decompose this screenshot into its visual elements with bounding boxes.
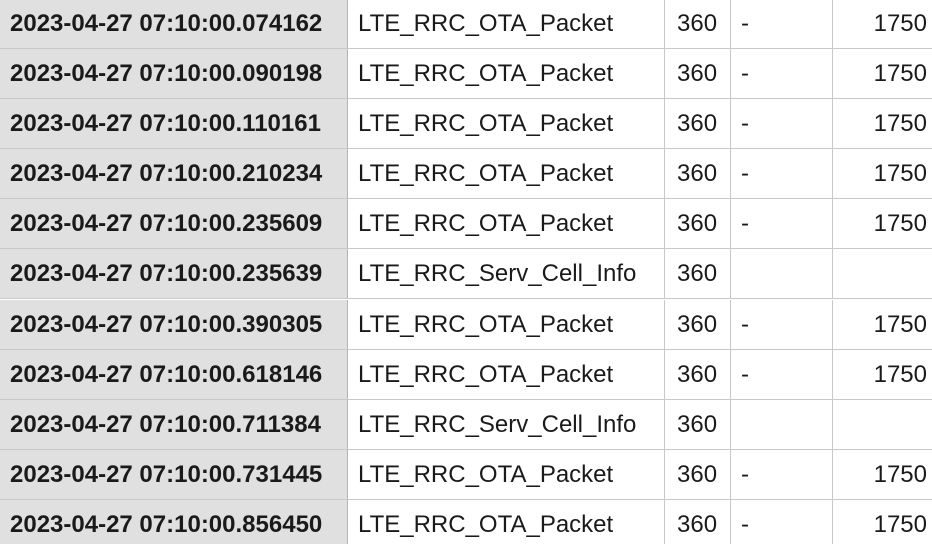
packet-type-cell: LTE_RRC_OTA_Packet — [348, 0, 665, 48]
dash-cell — [731, 400, 833, 449]
timestamp-cell: 2023-04-27 07:10:00.618146 — [0, 350, 348, 399]
timestamp-cell: 2023-04-27 07:10:00.110161 — [0, 99, 348, 148]
number-cell: 360 — [665, 400, 731, 449]
dash-cell: - — [731, 199, 833, 248]
value-cell: 1750 — [873, 109, 927, 137]
table-row[interactable]: 2023-04-27 07:10:00.390305 LTE_RRC_OTA_P… — [0, 300, 932, 350]
packet-type-cell: LTE_RRC_OTA_Packet — [348, 350, 665, 399]
value-cell — [833, 400, 932, 449]
timestamp-cell: 2023-04-27 07:10:00.235609 — [0, 199, 348, 248]
packet-type-cell: LTE_RRC_OTA_Packet — [348, 99, 665, 148]
dash-cell: - — [731, 49, 833, 98]
timestamp-cell: 2023-04-27 07:10:00.210234 — [0, 149, 348, 198]
value-cell — [833, 249, 932, 298]
number-cell: 360 — [665, 0, 731, 48]
value-cell: 1750 — [873, 310, 927, 338]
number-cell: 360 — [665, 199, 731, 248]
dash-cell: - — [731, 350, 833, 399]
timestamp-cell: 2023-04-27 07:10:00.856450 — [0, 500, 348, 544]
log-table: 2023-04-27 07:10:00.074162 LTE_RRC_OTA_P… — [0, 0, 932, 544]
number-cell: 360 — [665, 99, 731, 148]
value-cell: 1750 — [873, 360, 927, 388]
value-cell: 1750 — [873, 209, 927, 237]
table-row[interactable]: 2023-04-27 07:10:00.210234 LTE_RRC_OTA_P… — [0, 149, 932, 199]
table-row[interactable]: 2023-04-27 07:10:00.074162 LTE_RRC_OTA_P… — [0, 0, 932, 49]
table-row[interactable]: 2023-04-27 07:10:00.090198 LTE_RRC_OTA_P… — [0, 49, 932, 99]
number-cell: 360 — [665, 149, 731, 198]
table-row[interactable]: 2023-04-27 07:10:00.731445 LTE_RRC_OTA_P… — [0, 450, 932, 500]
packet-type-cell: LTE_RRC_OTA_Packet — [348, 49, 665, 98]
packet-type-cell: LTE_RRC_OTA_Packet — [348, 300, 665, 349]
packet-type-cell: LTE_RRC_OTA_Packet — [348, 149, 665, 198]
number-cell: 360 — [665, 350, 731, 399]
value-cell: 1750 — [873, 159, 927, 187]
table-row[interactable]: 2023-04-27 07:10:00.618146 LTE_RRC_OTA_P… — [0, 350, 932, 400]
value-cell: 1750 — [873, 9, 927, 37]
packet-type-cell: LTE_RRC_OTA_Packet — [348, 199, 665, 248]
table-row[interactable]: 2023-04-27 07:10:00.235609 LTE_RRC_OTA_P… — [0, 199, 932, 249]
number-cell: 360 — [665, 300, 731, 349]
dash-cell: - — [731, 0, 833, 48]
number-cell: 360 — [665, 249, 731, 298]
timestamp-cell: 2023-04-27 07:10:00.731445 — [0, 450, 348, 499]
packet-type-cell: LTE_RRC_OTA_Packet — [348, 500, 665, 544]
dash-cell: - — [731, 149, 833, 198]
value-cell: 1750 — [873, 460, 927, 488]
timestamp-cell: 2023-04-27 07:10:00.074162 — [0, 0, 348, 48]
number-cell: 360 — [665, 450, 731, 499]
table-row[interactable]: 2023-04-27 07:10:00.110161 LTE_RRC_OTA_P… — [0, 99, 932, 149]
table-row[interactable]: 2023-04-27 07:10:00.235639 LTE_RRC_Serv_… — [0, 249, 932, 299]
value-cell: 1750 — [873, 59, 927, 87]
dash-cell: - — [731, 450, 833, 499]
dash-cell: - — [731, 300, 833, 349]
number-cell: 360 — [665, 500, 731, 544]
table-row[interactable]: 2023-04-27 07:10:00.856450 LTE_RRC_OTA_P… — [0, 500, 932, 544]
packet-type-cell: LTE_RRC_Serv_Cell_Info — [348, 249, 665, 298]
timestamp-cell: 2023-04-27 07:10:00.390305 — [0, 300, 348, 349]
timestamp-cell: 2023-04-27 07:10:00.090198 — [0, 49, 348, 98]
number-cell: 360 — [665, 49, 731, 98]
table-row[interactable]: 2023-04-27 07:10:00.711384 LTE_RRC_Serv_… — [0, 400, 932, 450]
timestamp-cell: 2023-04-27 07:10:00.235639 — [0, 249, 348, 298]
timestamp-cell: 2023-04-27 07:10:00.711384 — [0, 400, 348, 449]
packet-type-cell: LTE_RRC_Serv_Cell_Info — [348, 400, 665, 449]
dash-cell: - — [731, 99, 833, 148]
packet-type-cell: LTE_RRC_OTA_Packet — [348, 450, 665, 499]
dash-cell: - — [731, 500, 833, 544]
dash-cell — [731, 249, 833, 298]
value-cell: 1750 — [873, 510, 927, 538]
